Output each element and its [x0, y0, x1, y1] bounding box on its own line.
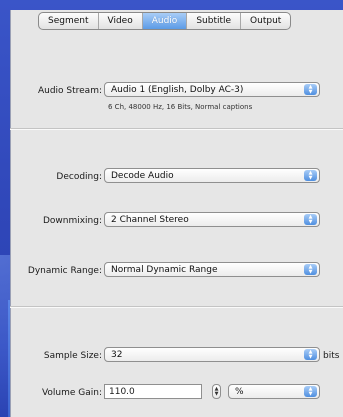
volume-unit-value: % — [235, 387, 244, 397]
up-down-arrows-icon: ▲ ▼ — [304, 349, 317, 360]
dynamic-range-popup[interactable]: Normal Dynamic Range ▲ ▼ — [104, 262, 320, 277]
downmixing-popup[interactable]: 2 Channel Stereo ▲ ▼ — [104, 212, 320, 227]
tab-audio[interactable]: Audio — [142, 13, 188, 29]
downmixing-value: 2 Channel Stereo — [111, 215, 189, 225]
decoding-popup[interactable]: Decode Audio ▲ ▼ — [104, 168, 320, 183]
tab-segment[interactable]: Segment — [39, 13, 99, 29]
sample-size-label: Sample Size: — [43, 351, 102, 361]
up-down-arrows-icon: ▲ ▼ — [304, 386, 317, 397]
sample-size-unit: bits — [323, 351, 340, 361]
audio-stream-popup[interactable]: Audio 1 (English, Dolby AC-3) ▲ ▼ — [104, 82, 320, 97]
sample-size-popup[interactable]: 32 ▲ ▼ — [104, 347, 320, 362]
audio-stream-value: Audio 1 (English, Dolby AC-3) — [111, 85, 244, 95]
tab-subtitle[interactable]: Subtitle — [187, 13, 242, 29]
up-down-arrows-icon: ▲ ▼ — [304, 214, 317, 225]
volume-gain-value: 110.0 — [109, 387, 135, 397]
tab-bar: Segment Video Audio Subtitle Output — [38, 12, 292, 30]
decoding-value: Decode Audio — [111, 171, 174, 181]
dynamic-range-label: Dynamic Range: — [27, 266, 102, 276]
up-down-arrows-icon: ▲ ▼ — [304, 170, 317, 181]
up-down-arrows-icon: ▲ ▼ — [304, 84, 317, 95]
decoding-label: Decoding: — [56, 172, 102, 182]
section-divider — [10, 128, 343, 130]
volume-gain-stepper[interactable]: ▲ ▼ — [212, 384, 221, 399]
audio-stream-info: 6 Ch, 48000 Hz, 16 Bits, Normal captions — [108, 103, 253, 111]
tab-output[interactable]: Output — [241, 13, 290, 29]
volume-gain-field[interactable]: 110.0 — [104, 384, 202, 399]
tab-video[interactable]: Video — [99, 13, 143, 29]
section-divider — [10, 306, 343, 308]
up-down-arrows-icon: ▲ ▼ — [304, 264, 317, 275]
downmixing-label: Downmixing: — [42, 216, 102, 226]
stepper-down-icon: ▼ — [214, 390, 219, 397]
dynamic-range-value: Normal Dynamic Range — [111, 265, 218, 275]
audio-stream-label: Audio Stream: — [37, 86, 102, 96]
sample-size-value: 32 — [111, 350, 123, 360]
volume-unit-popup[interactable]: % ▲ ▼ — [228, 384, 320, 399]
volume-gain-label: Volume Gain: — [41, 388, 102, 398]
